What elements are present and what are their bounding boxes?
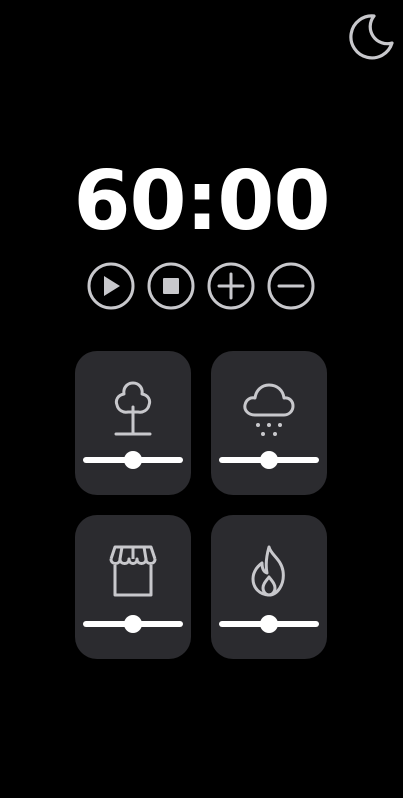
sound-card-rain xyxy=(211,351,327,495)
volume-slider-rain[interactable] xyxy=(219,449,319,471)
add-time-button[interactable] xyxy=(205,260,257,312)
plus-icon xyxy=(207,262,255,310)
timer-display: 60:00 xyxy=(73,154,330,249)
sound-card-forest xyxy=(75,351,191,495)
volume-slider-cafe[interactable] xyxy=(83,613,183,635)
theme-toggle-button[interactable] xyxy=(347,11,397,61)
slider-thumb[interactable] xyxy=(124,451,142,469)
volume-slider-forest[interactable] xyxy=(83,449,183,471)
subtract-time-button[interactable] xyxy=(265,260,317,312)
volume-slider-fire[interactable] xyxy=(219,613,319,635)
play-icon xyxy=(87,262,135,310)
tree-icon xyxy=(114,381,152,436)
rain-cloud-icon xyxy=(243,383,295,436)
storefront-icon xyxy=(109,545,157,597)
fire-icon xyxy=(251,545,285,597)
sound-card-cafe xyxy=(75,515,191,659)
moon-icon xyxy=(349,14,394,60)
stop-icon xyxy=(147,262,195,310)
timer-controls xyxy=(85,260,319,312)
slider-thumb[interactable] xyxy=(260,615,278,633)
slider-thumb[interactable] xyxy=(260,451,278,469)
stop-button[interactable] xyxy=(145,260,197,312)
slider-thumb[interactable] xyxy=(124,615,142,633)
minus-icon xyxy=(267,262,315,310)
sound-card-fire xyxy=(211,515,327,659)
play-button[interactable] xyxy=(85,260,137,312)
